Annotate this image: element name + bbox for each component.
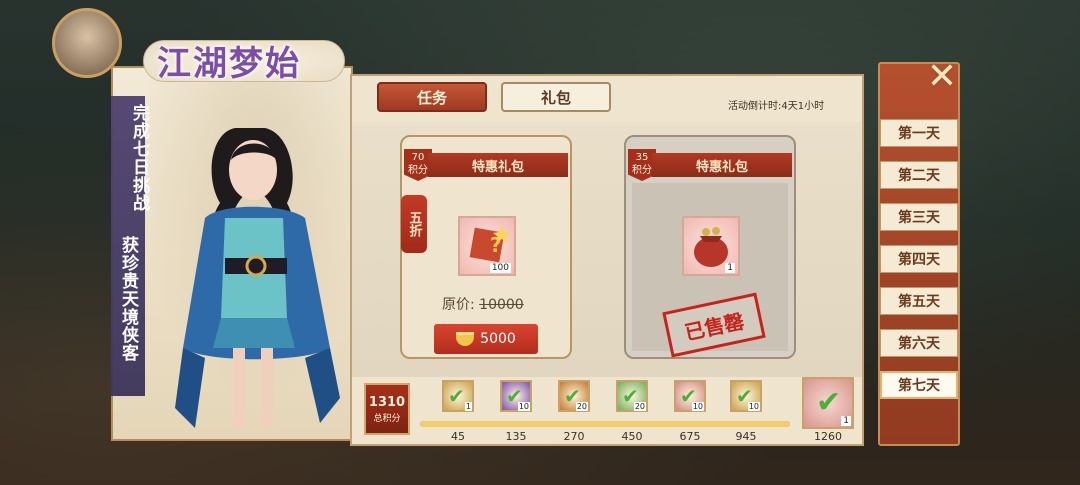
buy-button[interactable]: 5000 [434, 324, 538, 354]
pack-item-slot[interactable]: 1 [682, 216, 740, 276]
event-countdown: 活动倒计时:4天1小时 [728, 101, 825, 112]
gold-ingot-icon [456, 332, 475, 346]
reward-count: 10 [747, 402, 760, 411]
slogan-line-2: 获珍贵天境侠客 [118, 236, 138, 362]
tab-gift-packs[interactable]: 礼包 [501, 82, 611, 112]
event-title: 江湖梦始 [157, 44, 301, 84]
discount-lantern-tag: 五折 [401, 195, 427, 253]
buy-price: 5000 [480, 331, 516, 347]
milestone-value: 135 [505, 430, 527, 443]
item-count: 100 [489, 263, 511, 273]
points-progress-fill [420, 421, 790, 427]
reward-count: 10 [691, 402, 704, 411]
pack-name: 特惠礼包 [428, 153, 568, 177]
milestone-value: 945 [735, 430, 757, 443]
slogan-line-1: 完成七日挑战 [129, 104, 149, 212]
original-price-label: 原价: [442, 297, 475, 313]
final-reward-chest[interactable]: ✔ 1 [802, 377, 854, 429]
day-tab-1[interactable]: 第一天 [880, 119, 958, 147]
milestone-value: 45 [451, 430, 465, 443]
day-tab-2[interactable]: 第二天 [880, 161, 958, 189]
gift-pack-card-2: 35 积分 特惠礼包 1 已售罄 [624, 135, 796, 359]
total-points-value: 1310 [368, 395, 406, 410]
original-price-value: 10000 [479, 297, 524, 313]
milestone-value: 450 [621, 430, 643, 443]
milestone-reward-1[interactable]: ✔ 1 [442, 380, 474, 412]
reward-count: 20 [633, 402, 646, 411]
check-icon: ✔ [816, 385, 842, 420]
milestone-reward-6[interactable]: ✔ 10 [730, 380, 762, 412]
day-tab-5[interactable]: 第五天 [880, 287, 958, 315]
original-price: 原价: 10000 [442, 294, 524, 314]
reward-count: 20 [575, 402, 588, 411]
milestone-reward-2[interactable]: ✔ 10 [500, 380, 532, 412]
day-tab-7[interactable]: 第七天 [880, 371, 958, 399]
day-tab-3[interactable]: 第三天 [880, 203, 958, 231]
day-tab-4[interactable]: 第四天 [880, 245, 958, 273]
day-tab-6[interactable]: 第六天 [880, 329, 958, 357]
total-points-badge: 1310 总积分 [364, 383, 410, 435]
tab-tasks[interactable]: 任务 [377, 82, 487, 112]
reward-count: 1 [841, 416, 851, 426]
pack-item-slot[interactable]: ? 100 [458, 216, 516, 276]
points-progress-track [420, 421, 790, 427]
hero-character-illustration [175, 128, 340, 428]
pack-name: 特惠礼包 [652, 153, 792, 177]
reward-count: 10 [517, 402, 530, 411]
milestone-reward-4[interactable]: ✔ 20 [616, 380, 648, 412]
reward-count: 1 [464, 402, 472, 411]
close-icon[interactable]: ✕ [925, 59, 959, 95]
total-points-label: 总积分 [373, 414, 401, 424]
milestone-final-value: 1260 [814, 430, 842, 443]
milestone-value: 675 [679, 430, 701, 443]
event-title-banner: 江湖梦始 [143, 30, 345, 84]
item-count: 1 [725, 263, 735, 273]
milestone-value: 270 [563, 430, 585, 443]
check-icon: ✔ [448, 384, 465, 408]
milestone-reward-5[interactable]: ✔ 10 [674, 380, 706, 412]
milestone-reward-3[interactable]: ✔ 20 [558, 380, 590, 412]
